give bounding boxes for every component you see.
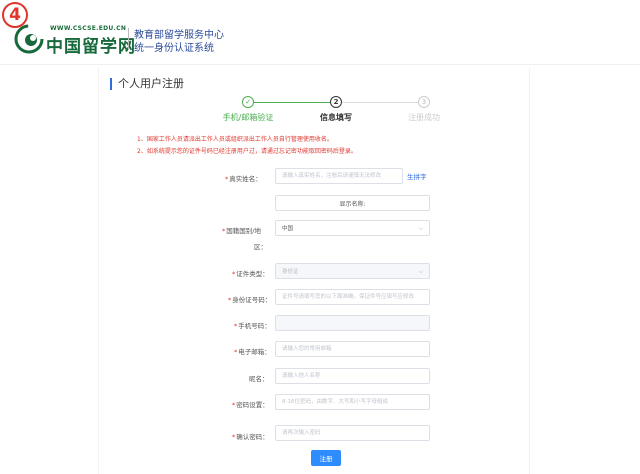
logo-swirl-icon — [14, 24, 44, 54]
phone-label: *手机号码： — [234, 322, 271, 330]
nickname-input[interactable] — [275, 368, 430, 384]
email-label: *电子邮箱： — [234, 348, 271, 356]
header-system-name: 统一身份认证系统 — [134, 43, 214, 54]
id-type-select[interactable]: 身份证 ⌵ — [275, 263, 430, 279]
password-input[interactable] — [275, 394, 430, 410]
header-divider — [0, 64, 640, 65]
confirm-password-label: *确认密码： — [232, 433, 269, 441]
step-connector-2 — [342, 102, 418, 103]
step-1-label: 手机/邮箱验证 — [222, 113, 274, 122]
nickname-label: 昵名： — [249, 375, 269, 383]
real-name-input[interactable] — [275, 168, 403, 184]
chevron-down-icon: ⌵ — [418, 268, 423, 275]
step-1-check-icon: ✓ — [242, 96, 254, 108]
step-2-circle: 2 — [330, 96, 342, 108]
step-connector-1 — [254, 102, 330, 103]
id-type-label: *证件类型： — [232, 270, 269, 278]
step-3-label: 注册成功 — [408, 113, 440, 122]
logo-divider — [128, 28, 129, 50]
page-title: 个人用户注册 — [110, 78, 184, 90]
phone-input[interactable] — [275, 315, 430, 331]
logo-text: 中国留学网 — [46, 37, 136, 57]
id-type-select-value: 身份证 — [282, 269, 299, 275]
step-2-label: 信息填写 — [320, 113, 352, 122]
register-button[interactable]: 注册 — [311, 450, 341, 466]
id-number-input[interactable] — [275, 289, 430, 305]
password-label: *密码设置： — [232, 401, 269, 409]
confirm-password-input[interactable] — [275, 425, 430, 441]
logo-url: WWW.CSCSE.EDU.CN — [50, 25, 127, 32]
country-select[interactable]: 中国 ⌵ — [275, 220, 430, 236]
notice-1: 1、国家工作人员请派出工作人员或组织派出工作人员自行管理使用收名。 — [137, 136, 333, 143]
country-label-cont: 区： — [254, 243, 267, 251]
display-name-field: 显示名称: — [275, 195, 430, 211]
chevron-down-icon: ⌵ — [418, 225, 423, 232]
real-name-label: *真实姓名： — [225, 175, 262, 183]
email-input[interactable] — [275, 341, 430, 357]
id-number-label: *身份证号码： — [228, 296, 272, 304]
step-3-circle: 3 — [418, 96, 430, 108]
country-label: *国籍国别/地 — [222, 227, 261, 235]
generate-pinyin-link[interactable]: 生拼字 — [407, 171, 427, 181]
notice-2: 2、如系统提示您的证件号码已经注册用户过，请通过忘记密功能取回密码后登录。 — [137, 148, 357, 155]
country-select-value: 中国 — [282, 226, 294, 232]
